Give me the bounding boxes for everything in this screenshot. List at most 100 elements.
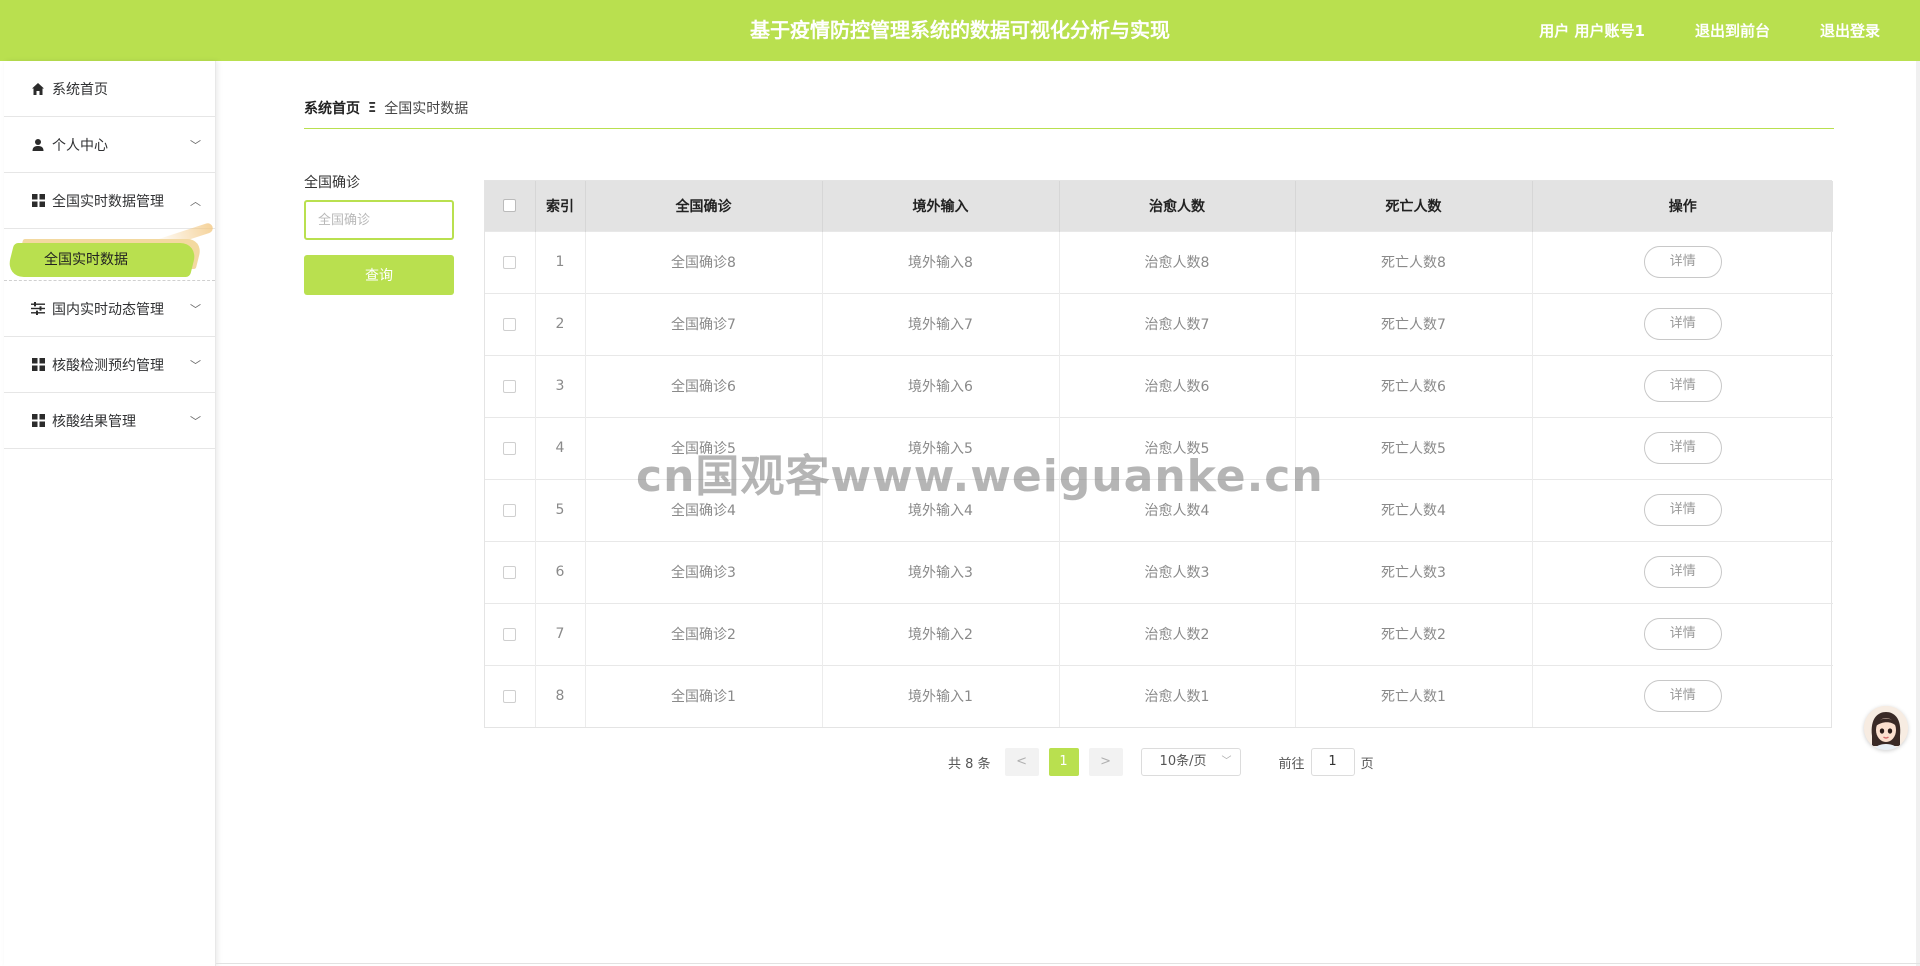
page-number-button[interactable]: 1 xyxy=(1048,748,1079,776)
cell-dead: 死亡人数3 xyxy=(1295,541,1533,603)
sidebar-item-home[interactable]: 系统首页 xyxy=(4,61,215,117)
row-select-cell xyxy=(485,293,536,355)
column-header-index[interactable]: 索引 xyxy=(535,181,586,231)
page-size-value: 10条/页 xyxy=(1159,754,1207,769)
select-all-checkbox[interactable] xyxy=(503,199,517,213)
sidebar: 系统首页 个人中心 ﹀ 全国实时数据管理 ︿ 全国实时数据 国内实时动态管理 ﹀… xyxy=(4,61,216,966)
page-size-select[interactable]: 10条/页 ﹀ xyxy=(1140,748,1241,776)
breadcrumb-current: 全国实时数据 xyxy=(384,101,469,117)
sidebar-item-label: 个人中心 xyxy=(52,137,108,154)
row-checkbox[interactable] xyxy=(503,255,517,269)
top-header: 基于疫情防控管理系统的数据可视化分析与实现 用户 用户账号1 退出到前台 退出登… xyxy=(0,0,1920,61)
row-checkbox[interactable] xyxy=(503,565,517,579)
sidebar-item-personal-center[interactable]: 个人中心 ﹀ xyxy=(4,117,215,173)
user-icon xyxy=(30,137,46,153)
cell-dead: 死亡人数6 xyxy=(1295,355,1533,417)
cell-imported: 境外输入8 xyxy=(822,231,1060,293)
cell-cured: 治愈人数7 xyxy=(1059,293,1296,355)
sidebar-item-nucleic-result-mgmt[interactable]: 核酸结果管理 ﹀ xyxy=(4,393,215,449)
detail-button[interactable]: 详情 xyxy=(1643,680,1722,713)
column-header-confirmed[interactable]: 全国确诊 xyxy=(585,181,823,231)
page-right-edge xyxy=(1916,61,1920,966)
detail-button[interactable]: 详情 xyxy=(1643,370,1722,402)
row-checkbox[interactable] xyxy=(503,627,517,641)
assistant-avatar[interactable] xyxy=(1864,706,1908,750)
detail-button[interactable]: 详情 xyxy=(1643,618,1722,650)
breadcrumb: 系统首页 Ξ 全国实时数据 xyxy=(304,98,468,118)
exit-to-front-link[interactable]: 退出到前台 xyxy=(1695,20,1770,41)
cell-index: 5 xyxy=(535,479,586,541)
sidebar-item-nucleic-test-booking-mgmt[interactable]: 核酸检测预约管理 ﹀ xyxy=(4,337,215,393)
detail-button[interactable]: 详情 xyxy=(1643,432,1722,464)
watermark: cn国观客www.weiguanke.cn xyxy=(636,451,1324,502)
goto-page-input[interactable]: 1 xyxy=(1310,748,1355,776)
search-button[interactable]: 查询 xyxy=(304,255,454,295)
sliders-icon xyxy=(30,301,46,317)
sidebar-subitem-national-realtime-data[interactable]: 全国实时数据 xyxy=(4,221,215,281)
header-links: 用户 用户账号1 退出到前台 退出登录 xyxy=(1539,0,1880,61)
chevron-down-icon: ﹀ xyxy=(1221,756,1232,767)
cell-dead: 死亡人数5 xyxy=(1295,417,1533,479)
sidebar-item-national-data-mgmt[interactable]: 全国实时数据管理 ︿ xyxy=(4,173,215,229)
column-header-imported[interactable]: 境外输入 xyxy=(822,181,1060,231)
row-checkbox[interactable] xyxy=(503,503,517,517)
cell-index: 4 xyxy=(535,417,586,479)
row-select-cell xyxy=(485,417,536,479)
row-checkbox[interactable] xyxy=(503,441,517,455)
row-select-cell xyxy=(485,355,536,417)
sidebar-item-label: 系统首页 xyxy=(52,81,108,98)
cell-dead: 死亡人数7 xyxy=(1295,293,1533,355)
column-header-dead[interactable]: 死亡人数 xyxy=(1295,181,1533,231)
cell-action: 详情 xyxy=(1532,231,1833,293)
cell-action: 详情 xyxy=(1532,479,1833,541)
cell-imported: 境外输入2 xyxy=(822,603,1060,665)
cell-index: 3 xyxy=(535,355,586,417)
sidebar-item-label: 核酸检测预约管理 xyxy=(52,357,164,374)
search-input[interactable] xyxy=(304,200,454,240)
grid-icon xyxy=(30,413,46,429)
cell-dead: 死亡人数4 xyxy=(1295,479,1533,541)
cell-confirmed: 全国确诊8 xyxy=(585,231,823,293)
cell-dead: 死亡人数2 xyxy=(1295,603,1533,665)
select-all-cell xyxy=(485,181,536,231)
detail-button[interactable]: 详情 xyxy=(1643,246,1722,278)
row-checkbox[interactable] xyxy=(503,379,517,393)
goto-prefix: 前往 xyxy=(1278,756,1305,772)
cell-cured: 治愈人数2 xyxy=(1059,603,1296,665)
chevron-up-icon: ︿ xyxy=(190,194,201,208)
cell-index: 7 xyxy=(535,603,586,665)
row-select-cell xyxy=(485,231,536,293)
detail-button[interactable]: 详情 xyxy=(1643,308,1722,340)
cell-cured: 治愈人数1 xyxy=(1059,665,1296,727)
row-select-cell xyxy=(485,541,536,603)
logout-link[interactable]: 退出登录 xyxy=(1820,20,1880,41)
breadcrumb-home[interactable]: 系统首页 xyxy=(304,98,360,118)
sidebar-item-domestic-dynamics-mgmt[interactable]: 国内实时动态管理 ﹀ xyxy=(4,281,215,337)
table-row: 1 全国确诊8 境外输入8 治愈人数8 死亡人数8 详情 xyxy=(485,231,1833,293)
table-row: 7 全国确诊2 境外输入2 治愈人数2 死亡人数2 详情 xyxy=(485,603,1833,665)
cell-confirmed: 全国确诊6 xyxy=(585,355,823,417)
chevron-down-icon: ﹀ xyxy=(190,358,201,372)
row-checkbox[interactable] xyxy=(503,689,517,703)
cell-action: 详情 xyxy=(1532,293,1833,355)
prev-page-button[interactable]: < xyxy=(1004,748,1039,776)
sidebar-item-label: 全国实时数据管理 xyxy=(52,193,164,210)
cell-index: 2 xyxy=(535,293,586,355)
cell-index: 6 xyxy=(535,541,586,603)
row-select-cell xyxy=(485,479,536,541)
column-header-cured[interactable]: 治愈人数 xyxy=(1059,181,1296,231)
cell-cured: 治愈人数6 xyxy=(1059,355,1296,417)
cell-confirmed: 全国确诊3 xyxy=(585,541,823,603)
avatar-icon xyxy=(1864,706,1908,750)
search-label: 全国确诊 xyxy=(304,175,360,191)
chevron-down-icon: ﹀ xyxy=(190,302,201,316)
next-page-button[interactable]: > xyxy=(1088,748,1123,776)
detail-button[interactable]: 详情 xyxy=(1643,556,1722,588)
table-row: 8 全国确诊1 境外输入1 治愈人数1 死亡人数1 详情 xyxy=(485,665,1833,727)
row-checkbox[interactable] xyxy=(503,317,517,331)
cell-action: 详情 xyxy=(1532,541,1833,603)
breadcrumb-separator: Ξ xyxy=(368,100,377,116)
column-header-action: 操作 xyxy=(1668,198,1697,215)
detail-button[interactable]: 详情 xyxy=(1643,494,1722,526)
cell-action: 详情 xyxy=(1532,665,1833,727)
